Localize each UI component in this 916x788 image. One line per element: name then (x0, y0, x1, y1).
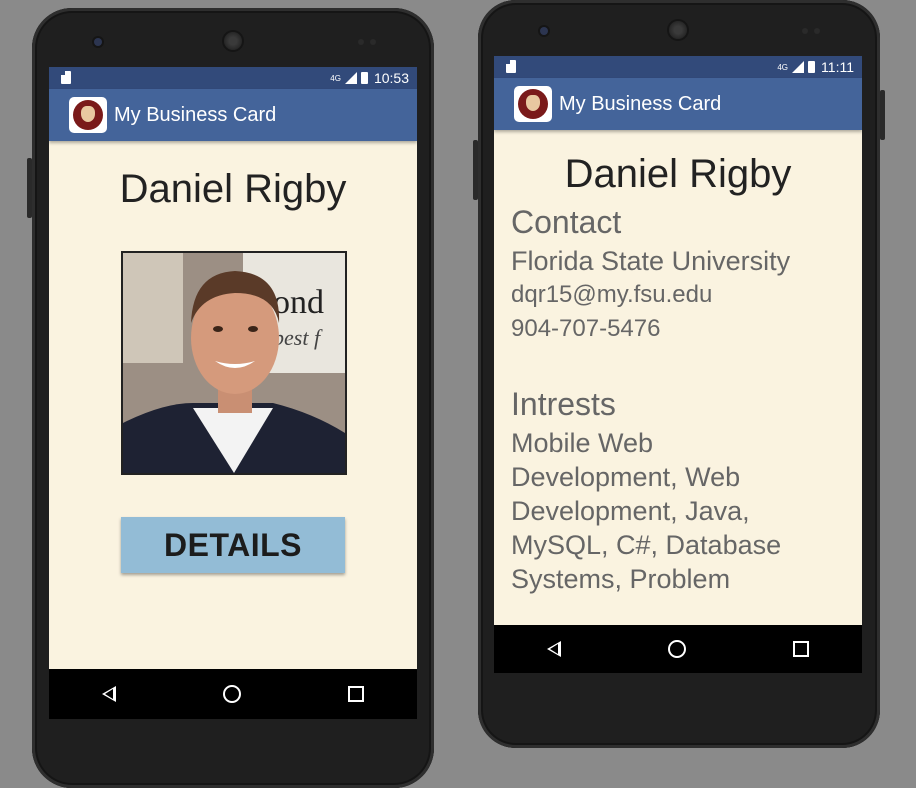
details-content: Daniel Rigby Contact Florida State Unive… (494, 130, 862, 625)
interests-heading: Intrests (511, 386, 616, 422)
front-camera (540, 27, 548, 35)
light-sensor (370, 39, 376, 45)
sd-card-icon (506, 60, 516, 73)
back-icon[interactable] (547, 641, 562, 657)
university-text: Florida State University (511, 246, 791, 276)
proximity-sensor (802, 28, 808, 34)
app-title: My Business Card (559, 92, 722, 115)
nav-bar (49, 669, 417, 719)
screen-details: 4G 11:11 My Business Card Daniel Rigby C… (494, 56, 862, 677)
status-bar: 4G 11:11 (494, 56, 862, 78)
app-bar: My Business Card (49, 89, 417, 141)
front-camera (94, 38, 102, 46)
nav-bar (494, 625, 862, 673)
clock: 11:11 (821, 59, 854, 75)
svg-text:ond: ond (273, 284, 324, 321)
proximity-sensor (358, 39, 364, 45)
home-icon[interactable] (222, 685, 241, 703)
signal-icon (792, 61, 805, 73)
svg-text:best f: best f (273, 325, 323, 350)
app-title: My Business Card (114, 103, 277, 126)
signal-icon (344, 72, 357, 84)
earpiece-speaker (669, 21, 687, 39)
volume-button (27, 158, 32, 218)
interests-line: MySQL, C#, Database (511, 530, 782, 560)
phone-right: 4G 11:11 My Business Card Daniel Rigby C… (473, 0, 885, 748)
network-type: 4G (330, 73, 341, 83)
details-button[interactable]: DETAILS (121, 517, 345, 573)
power-button (880, 90, 885, 140)
sd-card-icon (61, 71, 71, 84)
network-type: 4G (777, 62, 789, 72)
earpiece-speaker (224, 32, 242, 50)
battery-icon (808, 61, 816, 73)
volume-button (473, 140, 478, 200)
clock: 10:53 (373, 70, 409, 86)
app-bar: My Business Card (494, 78, 862, 130)
recents-icon[interactable] (792, 641, 809, 657)
home-icon[interactable] (667, 640, 686, 658)
person-name: Daniel Rigby (564, 152, 792, 196)
interests-line: Mobile Web (511, 428, 654, 458)
recents-icon[interactable] (347, 686, 364, 702)
interests-text: Mobile Web Development, Web Development,… (494, 426, 862, 596)
battery-icon (360, 72, 368, 84)
app-logo-icon (69, 97, 107, 133)
phone-text: 904-707-5476 (511, 315, 661, 342)
interests-line: Systems, Problem (511, 564, 731, 594)
back-icon[interactable] (102, 686, 117, 702)
light-sensor (814, 28, 820, 34)
contact-heading: Contact (511, 204, 622, 240)
email-text: dqr15@my.fsu.edu (511, 281, 713, 308)
app-logo-icon (514, 86, 552, 122)
interests-line: Development, Java, (511, 496, 750, 526)
phone-left: 4G 10:53 My Business Card Daniel Rigby o… (27, 8, 434, 788)
status-bar: 4G 10:53 (49, 67, 417, 89)
person-name: Daniel Rigby (119, 167, 347, 211)
interests-line: Development, Web (511, 462, 741, 492)
profile-photo: ond best f (121, 251, 347, 475)
screen-main: 4G 10:53 My Business Card Daniel Rigby o… (49, 67, 417, 721)
main-content: Daniel Rigby ond best f DETAILS (49, 141, 417, 669)
